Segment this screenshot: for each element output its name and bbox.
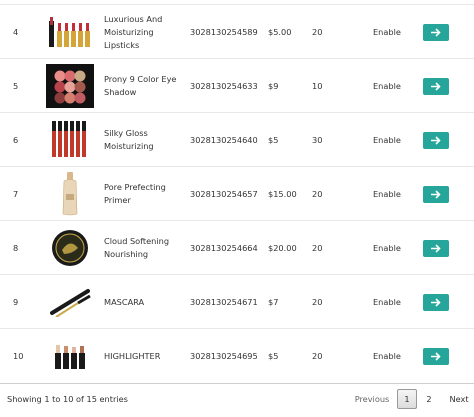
product-quantity: 20 [312, 189, 323, 199]
product-sku: 3028130254664 [190, 243, 258, 253]
product-price: $5.00 [268, 27, 292, 37]
table-footer: Showing 1 to 10 of 15 entries Previous 1… [0, 383, 474, 417]
product-sku: 3028130254695 [190, 351, 258, 361]
product-price: $7 [268, 297, 279, 307]
view-product-button[interactable] [423, 77, 449, 95]
product-name: HIGHLIGHTER [104, 350, 161, 361]
product-price: $5 [268, 351, 279, 361]
pagination-page-1[interactable]: 1 [397, 389, 417, 409]
product-price: $15.00 [268, 189, 297, 199]
arrow-right-icon [431, 135, 441, 145]
product-status: Enable [373, 351, 401, 361]
mascara-thumbnail [44, 275, 96, 329]
row-id: 7 [13, 189, 19, 199]
arrow-right-icon [431, 189, 441, 199]
view-product-button[interactable] [423, 293, 449, 311]
row-id: 9 [13, 297, 19, 307]
product-sku: 3028130254671 [190, 297, 258, 307]
arrow-right-icon [431, 297, 441, 307]
table-row: 6 Silky Gloss Moisturizing 3028130254640… [0, 112, 474, 166]
product-status: Enable [373, 135, 401, 145]
pagination-next[interactable]: Next [444, 389, 474, 409]
primer-bottle-thumbnail [44, 167, 96, 221]
row-id: 8 [13, 243, 19, 253]
arrow-right-icon [431, 351, 441, 361]
view-product-button[interactable] [423, 347, 449, 365]
product-quantity: 20 [312, 243, 323, 253]
product-status: Enable [373, 189, 401, 199]
product-status: Enable [373, 27, 401, 37]
highlighter-sticks-thumbnail [44, 329, 96, 383]
product-name: Cloud Softening Nourishing [104, 236, 170, 259]
product-quantity: 20 [312, 297, 323, 307]
product-price: $9 [268, 81, 279, 91]
table-row: 10 HIGHLIGHTER 3028130254695 $5 20 Enabl… [0, 328, 474, 382]
table-row: 5 Prony 9 Color Eye Shadow 3028130254633… [0, 58, 474, 112]
product-name: Silky Gloss Moisturizing [104, 128, 154, 151]
product-quantity: 20 [312, 27, 323, 37]
product-sku: 3028130254589 [190, 27, 258, 37]
lip-gloss-thumbnail [44, 113, 96, 167]
pagination-page-2[interactable]: 2 [419, 389, 439, 409]
product-name: MASCARA [104, 296, 145, 307]
row-id: 4 [13, 27, 19, 37]
table-row: 9 MASCARA 3028130254671 $7 20 Enable [0, 274, 474, 328]
table-row: 7 Pore Prefecting Primer 3028130254657 $… [0, 166, 474, 220]
table-row: 4 Luxurious And Moisturizing Lipsticks 3… [0, 4, 474, 58]
view-product-button[interactable] [423, 185, 449, 203]
product-status: Enable [373, 297, 401, 307]
product-price: $5 [268, 135, 279, 145]
product-price: $20.00 [268, 243, 297, 253]
product-name: Luxurious And Moisturizing Lipsticks [104, 13, 163, 50]
arrow-right-icon [431, 243, 441, 253]
product-name: Pore Prefecting Primer [104, 182, 166, 205]
product-sku: 3028130254640 [190, 135, 258, 145]
view-product-button[interactable] [423, 239, 449, 257]
product-quantity: 10 [312, 81, 323, 91]
product-sku: 3028130254657 [190, 189, 258, 199]
table-row: 8 Cloud Softening Nourishing 30281302546… [0, 220, 474, 274]
product-name: Prony 9 Color Eye Shadow [104, 74, 177, 97]
product-status: Enable [373, 243, 401, 253]
row-id: 10 [13, 351, 24, 361]
pagination-previous[interactable]: Previous [352, 389, 392, 409]
product-sku: 3028130254633 [190, 81, 258, 91]
lipsticks-thumbnail [44, 5, 96, 59]
compact-powder-thumbnail [44, 221, 96, 275]
eyeshadow-palette-thumbnail [44, 59, 96, 113]
row-id: 6 [13, 135, 19, 145]
view-product-button[interactable] [423, 131, 449, 149]
entries-info: Showing 1 to 10 of 15 entries [7, 394, 128, 404]
product-quantity: 30 [312, 135, 323, 145]
arrow-right-icon [431, 27, 441, 37]
product-quantity: 20 [312, 351, 323, 361]
arrow-right-icon [431, 81, 441, 91]
view-product-button[interactable] [423, 23, 449, 41]
product-status: Enable [373, 81, 401, 91]
row-id: 5 [13, 81, 19, 91]
